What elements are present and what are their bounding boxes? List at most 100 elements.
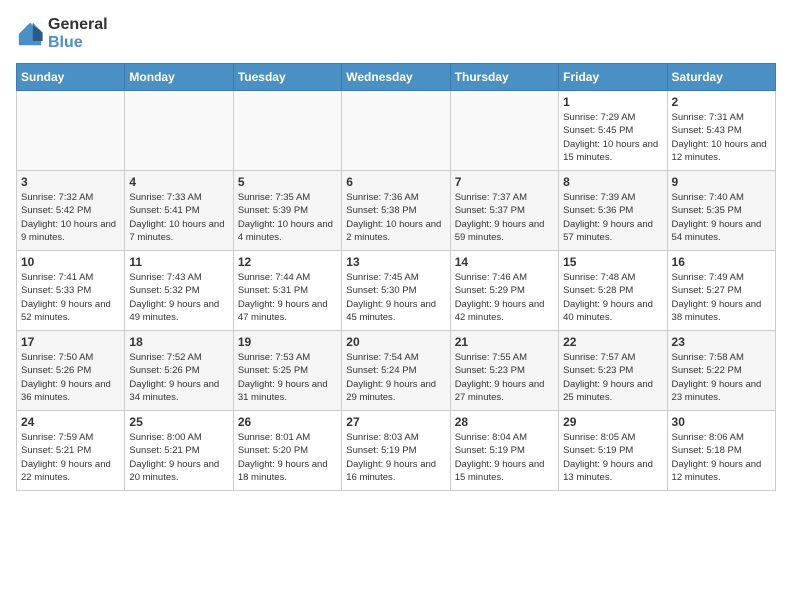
day-cell: 19Sunrise: 7:53 AM Sunset: 5:25 PM Dayli…: [233, 331, 341, 411]
day-cell: [342, 91, 450, 171]
day-info: Sunrise: 7:39 AM Sunset: 5:36 PM Dayligh…: [563, 191, 662, 244]
day-number: 8: [563, 175, 662, 189]
day-info: Sunrise: 7:59 AM Sunset: 5:21 PM Dayligh…: [21, 431, 120, 484]
day-cell: 12 Sunrise: 7:44 AM Sunset: 5:31 PM Dayli…: [233, 251, 341, 331]
day-cell: 1Sunrise: 7:29 AM Sunset: 5:45 PM Daylig…: [559, 91, 667, 171]
calendar-table: SundayMondayTuesdayWednesdayThursdayFrid…: [16, 63, 776, 491]
day-info: Sunrise: 7:55 AM Sunset: 5:23 PM Dayligh…: [455, 351, 554, 404]
day-info: Sunrise: 7:52 AM Sunset: 5:26 PM Dayligh…: [129, 351, 228, 404]
day-info: Sunrise: 7:57 AM Sunset: 5:23 PM Dayligh…: [563, 351, 662, 404]
day-info: Sunrise: 7:54 AM Sunset: 5:24 PM Dayligh…: [346, 351, 445, 404]
day-number: 13: [346, 255, 445, 269]
day-cell: 27 Sunrise: 8:03 AM Sunset: 5:19 PM Dayli…: [342, 411, 450, 491]
column-header-thursday: Thursday: [450, 64, 558, 91]
day-cell: 5 Sunrise: 7:35 AM Sunset: 5:39 PM Daylig…: [233, 171, 341, 251]
week-row-5: 24 Sunrise: 7:59 AM Sunset: 5:21 PM Dayli…: [17, 411, 776, 491]
day-number: 16: [672, 255, 771, 269]
day-cell: 17 Sunrise: 7:50 AM Sunset: 5:26 PM Dayli…: [17, 331, 125, 411]
logo-text-line1: General: [48, 16, 108, 34]
logo-text-line2: Blue: [48, 34, 108, 52]
day-number: 2: [672, 95, 771, 109]
day-number: 29: [563, 415, 662, 429]
day-number: 23: [672, 335, 771, 349]
day-number: 14: [455, 255, 554, 269]
day-number: 18: [129, 335, 228, 349]
day-number: 3: [21, 175, 120, 189]
day-number: 19: [238, 335, 337, 349]
day-cell: 25Sunrise: 8:00 AM Sunset: 5:21 PM Dayli…: [125, 411, 233, 491]
day-cell: [450, 91, 558, 171]
day-number: 20: [346, 335, 445, 349]
day-info: Sunrise: 8:01 AM Sunset: 5:20 PM Dayligh…: [238, 431, 337, 484]
day-number: 12: [238, 255, 337, 269]
week-row-4: 17 Sunrise: 7:50 AM Sunset: 5:26 PM Dayli…: [17, 331, 776, 411]
day-info: Sunrise: 7:32 AM Sunset: 5:42 PM Dayligh…: [21, 191, 120, 244]
day-cell: 23 Sunrise: 7:58 AM Sunset: 5:22 PM Dayli…: [667, 331, 775, 411]
day-number: 7: [455, 175, 554, 189]
day-info: Sunrise: 8:03 AM Sunset: 5:19 PM Dayligh…: [346, 431, 445, 484]
day-number: 27: [346, 415, 445, 429]
page-header: General Blue: [16, 16, 776, 51]
day-cell: [17, 91, 125, 171]
day-cell: 9Sunrise: 7:40 AM Sunset: 5:35 PM Daylig…: [667, 171, 775, 251]
day-cell: 11 Sunrise: 7:43 AM Sunset: 5:32 PM Dayli…: [125, 251, 233, 331]
day-number: 22: [563, 335, 662, 349]
day-cell: 20 Sunrise: 7:54 AM Sunset: 5:24 PM Dayli…: [342, 331, 450, 411]
day-cell: 26 Sunrise: 8:01 AM Sunset: 5:20 PM Dayli…: [233, 411, 341, 491]
day-cell: 21 Sunrise: 7:55 AM Sunset: 5:23 PM Dayli…: [450, 331, 558, 411]
day-cell: [233, 91, 341, 171]
day-info: Sunrise: 7:46 AM Sunset: 5:29 PM Dayligh…: [455, 271, 554, 324]
day-cell: 24 Sunrise: 7:59 AM Sunset: 5:21 PM Dayli…: [17, 411, 125, 491]
day-number: 4: [129, 175, 228, 189]
day-cell: 18 Sunrise: 7:52 AM Sunset: 5:26 PM Dayli…: [125, 331, 233, 411]
column-header-friday: Friday: [559, 64, 667, 91]
column-header-wednesday: Wednesday: [342, 64, 450, 91]
day-number: 6: [346, 175, 445, 189]
day-cell: 22 Sunrise: 7:57 AM Sunset: 5:23 PM Dayli…: [559, 331, 667, 411]
day-info: Sunrise: 7:41 AM Sunset: 5:33 PM Dayligh…: [21, 271, 120, 324]
column-header-monday: Monday: [125, 64, 233, 91]
day-info: Sunrise: 7:45 AM Sunset: 5:30 PM Dayligh…: [346, 271, 445, 324]
day-info: Sunrise: 7:33 AM Sunset: 5:41 PM Dayligh…: [129, 191, 228, 244]
logo: General Blue: [16, 16, 108, 51]
day-number: 11: [129, 255, 228, 269]
day-cell: 14 Sunrise: 7:46 AM Sunset: 5:29 PM Dayli…: [450, 251, 558, 331]
day-number: 26: [238, 415, 337, 429]
week-row-3: 10 Sunrise: 7:41 AM Sunset: 5:33 PM Dayli…: [17, 251, 776, 331]
day-number: 15: [563, 255, 662, 269]
day-cell: 3 Sunrise: 7:32 AM Sunset: 5:42 PM Daylig…: [17, 171, 125, 251]
day-info: Sunrise: 7:50 AM Sunset: 5:26 PM Dayligh…: [21, 351, 120, 404]
day-info: Sunrise: 7:43 AM Sunset: 5:32 PM Dayligh…: [129, 271, 228, 324]
column-header-sunday: Sunday: [17, 64, 125, 91]
day-info: Sunrise: 7:44 AM Sunset: 5:31 PM Dayligh…: [238, 271, 337, 324]
day-info: Sunrise: 7:36 AM Sunset: 5:38 PM Dayligh…: [346, 191, 445, 244]
logo-icon: [16, 20, 44, 48]
day-info: Sunrise: 8:00 AM Sunset: 5:21 PM Dayligh…: [129, 431, 228, 484]
day-number: 24: [21, 415, 120, 429]
day-info: Sunrise: 7:48 AM Sunset: 5:28 PM Dayligh…: [563, 271, 662, 324]
day-info: Sunrise: 7:37 AM Sunset: 5:37 PM Dayligh…: [455, 191, 554, 244]
day-info: Sunrise: 7:40 AM Sunset: 5:35 PM Dayligh…: [672, 191, 771, 244]
day-info: Sunrise: 7:31 AM Sunset: 5:43 PM Dayligh…: [672, 111, 771, 164]
day-cell: 7 Sunrise: 7:37 AM Sunset: 5:37 PM Daylig…: [450, 171, 558, 251]
day-info: Sunrise: 8:05 AM Sunset: 5:19 PM Dayligh…: [563, 431, 662, 484]
day-cell: 28 Sunrise: 8:04 AM Sunset: 5:19 PM Dayli…: [450, 411, 558, 491]
day-info: Sunrise: 7:58 AM Sunset: 5:22 PM Dayligh…: [672, 351, 771, 404]
day-cell: 4 Sunrise: 7:33 AM Sunset: 5:41 PM Daylig…: [125, 171, 233, 251]
day-number: 10: [21, 255, 120, 269]
day-info: Sunrise: 7:29 AM Sunset: 5:45 PM Dayligh…: [563, 111, 662, 164]
day-number: 30: [672, 415, 771, 429]
day-cell: 2 Sunrise: 7:31 AM Sunset: 5:43 PM Daylig…: [667, 91, 775, 171]
day-number: 21: [455, 335, 554, 349]
week-row-1: 1Sunrise: 7:29 AM Sunset: 5:45 PM Daylig…: [17, 91, 776, 171]
week-row-2: 3 Sunrise: 7:32 AM Sunset: 5:42 PM Daylig…: [17, 171, 776, 251]
day-number: 28: [455, 415, 554, 429]
day-cell: 10 Sunrise: 7:41 AM Sunset: 5:33 PM Dayli…: [17, 251, 125, 331]
day-number: 17: [21, 335, 120, 349]
day-info: Sunrise: 7:49 AM Sunset: 5:27 PM Dayligh…: [672, 271, 771, 324]
day-info: Sunrise: 7:35 AM Sunset: 5:39 PM Dayligh…: [238, 191, 337, 244]
day-info: Sunrise: 8:06 AM Sunset: 5:18 PM Dayligh…: [672, 431, 771, 484]
day-number: 5: [238, 175, 337, 189]
header-row: SundayMondayTuesdayWednesdayThursdayFrid…: [17, 64, 776, 91]
day-info: Sunrise: 8:04 AM Sunset: 5:19 PM Dayligh…: [455, 431, 554, 484]
